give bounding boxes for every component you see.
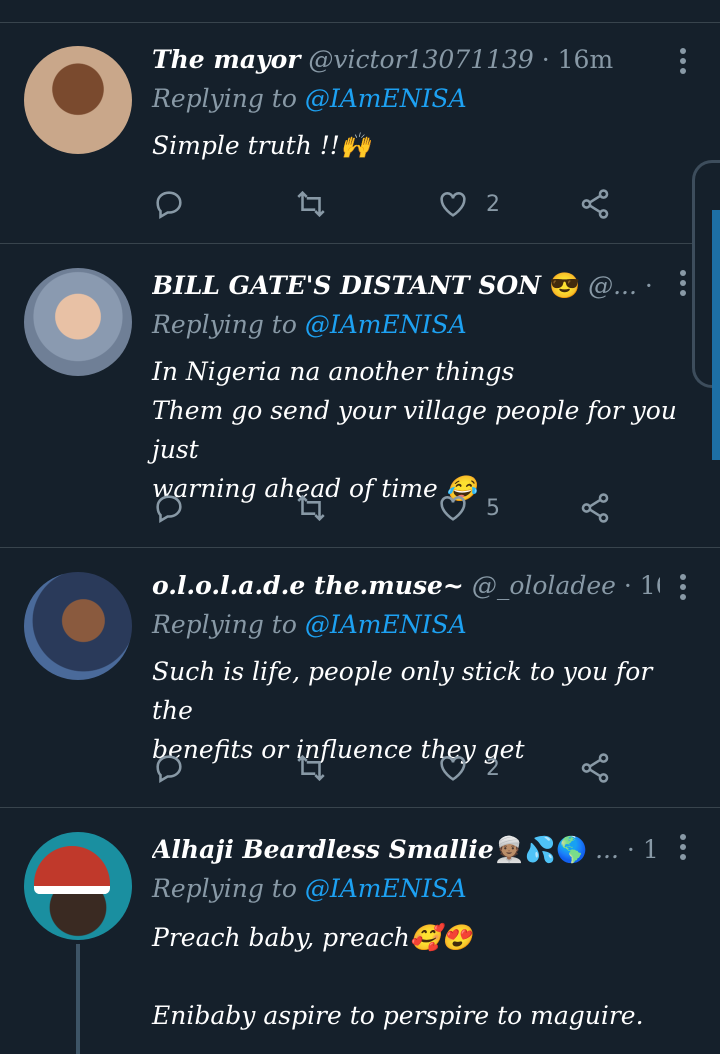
- tweet-text: Preach baby, preach🥰😍 Enibaby aspire to …: [152, 918, 696, 1035]
- more-icon[interactable]: [678, 834, 688, 862]
- share-button[interactable]: [578, 488, 612, 528]
- author-handle[interactable]: @victor13071139: [308, 45, 533, 74]
- tweet-text: In Nigeria na another things Them go sen…: [152, 352, 696, 508]
- separator-dot: ·: [541, 45, 550, 74]
- replying-to-handle[interactable]: @IAmENISA: [305, 874, 467, 903]
- tweet-line: Such is life, people only stick to you f…: [152, 657, 653, 725]
- retweet-icon: [297, 190, 325, 218]
- like-icon: [440, 756, 466, 781]
- scrollbar[interactable]: [712, 210, 720, 460]
- timestamp[interactable]: 16m: [640, 571, 660, 600]
- like-icon: [440, 496, 466, 521]
- replying-to: Replying to @IAmENISA: [152, 874, 467, 903]
- tweet-line: [152, 957, 696, 996]
- tweet-header: BILL GATE'S DISTANT SON 😎 @... · 16m: [152, 266, 660, 306]
- tweet-header: Alhaji Beardless Smallie👳🏽💦🌎 ... · 16m: [152, 830, 660, 870]
- reply-icon: [156, 191, 182, 220]
- separator-dot: ·: [644, 271, 653, 300]
- action-bar: 2: [152, 748, 630, 788]
- tweet[interactable]: Alhaji Beardless Smallie👳🏽💦🌎 ... · 16m R…: [0, 808, 720, 1054]
- share-icon: [581, 493, 609, 523]
- emoji: 👳🏽💦🌎: [493, 835, 588, 864]
- replying-to-label: Replying to: [152, 84, 297, 113]
- tweet[interactable]: o.l.o.l.a.d.e the.muse~ @_ololadee · 16m…: [0, 548, 720, 808]
- more-icon[interactable]: [678, 48, 688, 76]
- like-button[interactable]: 2: [436, 184, 500, 224]
- tweet-header: o.l.o.l.a.d.e the.muse~ @_ololadee · 16m: [152, 566, 660, 606]
- tweet-header: The mayor @victor13071139 · 16m: [152, 40, 660, 80]
- retweet-icon: [297, 494, 325, 522]
- share-button[interactable]: [578, 184, 612, 224]
- replying-to: Replying to @IAmENISA: [152, 84, 467, 113]
- like-count: 2: [486, 755, 500, 781]
- action-bar: 5: [152, 488, 630, 528]
- separator-dot: ·: [626, 835, 635, 864]
- tweet-line: In Nigeria na another things: [152, 357, 515, 386]
- tweet-line: Them go send your village people for you…: [152, 396, 677, 464]
- reply-button[interactable]: [152, 488, 186, 528]
- tweet-line: Simple truth !!: [152, 131, 340, 160]
- replying-to-label: Replying to: [152, 610, 297, 639]
- replying-to-label: Replying to: [152, 310, 297, 339]
- thread-line: [76, 944, 80, 1054]
- retweet-icon: [297, 754, 325, 782]
- reply-icon: [156, 755, 182, 784]
- avatar[interactable]: [24, 268, 132, 376]
- like-count: 5: [486, 495, 500, 521]
- author-name[interactable]: BILL GATE'S DISTANT SON: [152, 271, 541, 300]
- tweet-text: Simple truth !!🙌: [152, 126, 696, 165]
- timestamp[interactable]: 16m: [558, 45, 614, 74]
- tweet[interactable]: BILL GATE'S DISTANT SON 😎 @... · 16m Rep…: [0, 244, 720, 548]
- tweet-line: Preach baby, preach: [152, 923, 410, 952]
- emoji: 🥰😍: [409, 923, 473, 952]
- avatar[interactable]: [24, 832, 132, 940]
- author-handle[interactable]: @...: [588, 271, 637, 300]
- like-icon: [440, 192, 466, 217]
- timestamp[interactable]: 16m: [643, 835, 660, 864]
- emoji: 😎: [549, 271, 581, 300]
- author-handle[interactable]: @_ololadee: [472, 571, 616, 600]
- more-icon[interactable]: [678, 574, 688, 602]
- share-icon: [581, 189, 609, 219]
- replying-to: Replying to @IAmENISA: [152, 310, 467, 339]
- author-name[interactable]: Alhaji Beardless Smallie: [152, 835, 494, 864]
- avatar[interactable]: [24, 572, 132, 680]
- retweet-button[interactable]: [294, 184, 328, 224]
- replying-to-handle[interactable]: @IAmENISA: [305, 84, 467, 113]
- retweet-button[interactable]: [294, 488, 328, 528]
- avatar[interactable]: [24, 46, 132, 154]
- more-icon[interactable]: [678, 270, 688, 298]
- like-count: 2: [486, 191, 500, 217]
- reply-icon: [156, 495, 182, 524]
- replying-to-label: Replying to: [152, 874, 297, 903]
- tweet[interactable]: The mayor @victor13071139 · 16m Replying…: [0, 22, 720, 244]
- replying-to-handle[interactable]: @IAmENISA: [305, 310, 467, 339]
- share-button[interactable]: [578, 748, 612, 788]
- author-name[interactable]: o.l.o.l.a.d.e the.muse~: [152, 571, 464, 600]
- replying-to: Replying to @IAmENISA: [152, 610, 467, 639]
- author-handle[interactable]: ...: [595, 835, 619, 864]
- separator-dot: ·: [623, 571, 632, 600]
- author-name[interactable]: The mayor: [152, 45, 300, 74]
- tweet-line: Enibaby aspire to perspire to maguire.: [152, 1001, 644, 1030]
- like-button[interactable]: 2: [436, 748, 500, 788]
- reply-button[interactable]: [152, 748, 186, 788]
- santa-hat: [34, 846, 110, 894]
- action-bar: 2: [152, 184, 630, 224]
- retweet-button[interactable]: [294, 748, 328, 788]
- share-icon: [581, 753, 609, 783]
- like-button[interactable]: 5: [436, 488, 500, 528]
- reply-button[interactable]: [152, 184, 186, 224]
- replying-to-handle[interactable]: @IAmENISA: [305, 610, 467, 639]
- emoji: 🙌: [339, 131, 371, 160]
